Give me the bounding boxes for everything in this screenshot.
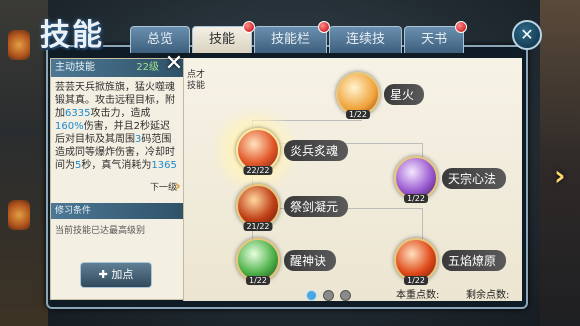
- skill-description: 芸芸天兵掀旌旗，猛火噬魂锻其真。攻击远程目标，附加6335攻击力，造成160%伤…: [51, 77, 183, 172]
- close-icon: ✕: [520, 25, 534, 44]
- description-text: 秒，真气消耗为: [81, 160, 152, 171]
- tab-label: 总览: [147, 32, 174, 47]
- skill-name[interactable]: 醒神诀: [284, 249, 337, 271]
- page-dot[interactable]: [323, 290, 334, 301]
- window-title: 技能: [40, 18, 104, 53]
- skill-level: 1/22: [346, 110, 370, 119]
- skill-level: 21/22: [243, 222, 273, 231]
- page-dot[interactable]: [340, 290, 351, 301]
- tab-label: 天书: [421, 32, 448, 47]
- add-point-button[interactable]: ✚ 加点: [80, 262, 152, 288]
- skill-name[interactable]: 祭剑凝元: [284, 195, 349, 217]
- five-flames-icon[interactable]: 1/22: [394, 238, 438, 285]
- page-indicator: [306, 290, 351, 301]
- heart-method-icon[interactable]: 1/22: [394, 156, 438, 203]
- skill-node-jijianningyuan[interactable]: 21/22 祭剑凝元: [236, 184, 349, 231]
- chevron-right-icon[interactable]: ›: [174, 176, 181, 195]
- tab-overview[interactable]: 总览: [130, 26, 191, 53]
- description-text: 攻击力，造成: [90, 108, 151, 119]
- cultivation-header: 修习条件: [51, 203, 183, 219]
- remaining-points-label: 剩余点数:: [466, 290, 510, 301]
- skill-name[interactable]: 五焰燎原: [442, 249, 507, 271]
- tab-label: 技能栏: [271, 32, 311, 47]
- spent-points-label: 本重点数:: [396, 290, 440, 301]
- flame-blade-icon[interactable]: 22/22: [236, 128, 280, 175]
- description-number: 6335: [65, 108, 91, 119]
- tab-heavenly-book[interactable]: 天书: [404, 21, 468, 53]
- skill-type-label: 主动技能: [55, 62, 95, 73]
- add-point-label: 加点: [111, 268, 134, 281]
- skill-level: 1/22: [246, 276, 270, 285]
- skill-node-yanbingzhihun[interactable]: 22/22 炎兵炙魂: [236, 128, 349, 175]
- cultivation-text: 当前技能已达最高级别: [55, 226, 146, 236]
- skill-node-tianzongxinfa[interactable]: 1/22 天宗心法: [394, 156, 507, 203]
- notification-badge-icon: [455, 21, 468, 33]
- skill-node-wuyanliaoyuan[interactable]: 1/22 五焰燎原: [394, 238, 507, 285]
- spent-points: 本重点数:: [396, 286, 439, 301]
- skill-level-label: 22级: [136, 62, 159, 73]
- x-icon: ✕: [164, 51, 184, 76]
- tab-label: 连续技: [346, 32, 386, 47]
- page-dot[interactable]: [306, 290, 317, 301]
- lantern-icon: [8, 200, 30, 230]
- close-detail-button[interactable]: ✕: [164, 51, 184, 76]
- lantern-icon: [8, 30, 30, 60]
- description-number: 160%: [55, 121, 84, 132]
- skill-level: 1/22: [404, 194, 428, 203]
- skill-name[interactable]: 天宗心法: [442, 167, 507, 189]
- skill-level: 1/22: [404, 276, 428, 285]
- tab-combo[interactable]: 连续技: [329, 26, 403, 53]
- tab-skills[interactable]: 技能: [192, 21, 256, 53]
- tab-skill-bar[interactable]: 技能栏: [254, 21, 331, 53]
- skill-node-xingshenjue[interactable]: 1/22 醒神诀: [236, 238, 337, 285]
- remaining-points: 剩余点数:: [466, 286, 509, 301]
- skill-name[interactable]: 星火: [384, 83, 425, 105]
- plus-heal-icon[interactable]: 1/22: [236, 238, 280, 285]
- tab-label: 技能: [209, 32, 236, 47]
- skill-node-xinghuo[interactable]: 1/22 星火: [336, 72, 425, 119]
- partial-text: 点才 技能: [187, 70, 206, 91]
- sword-altar-icon[interactable]: 21/22: [236, 184, 280, 231]
- tab-bar: 总览 技能 技能栏 连续技 天书: [130, 21, 468, 53]
- next-level-label[interactable]: 下一级: [150, 180, 177, 193]
- skill-tree-panel: 点才 技能 1/22 星火 22/22 炎兵炙魂 1/22 天宗心法 21/22…: [183, 58, 522, 301]
- plus-icon: ✚: [98, 268, 112, 281]
- next-page-arrow-icon[interactable]: ›: [554, 162, 572, 190]
- skill-level: 22/22: [243, 166, 273, 175]
- skill-name[interactable]: 炎兵炙魂: [284, 139, 349, 161]
- description-number: 1365: [151, 160, 177, 171]
- star-fire-icon[interactable]: 1/22: [336, 72, 380, 119]
- close-window-button[interactable]: ✕: [512, 20, 542, 50]
